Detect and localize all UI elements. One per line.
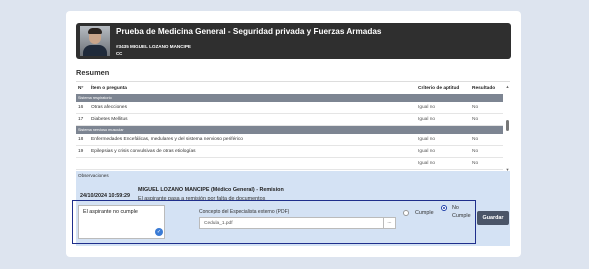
group-row: Sistema nervioso muscular xyxy=(76,126,503,134)
page-title: Prueba de Medicina General - Seguridad p… xyxy=(116,27,382,36)
row-num: 16 xyxy=(78,105,84,110)
row-criteria: Igual no xyxy=(418,149,436,154)
browse-button[interactable]: ... xyxy=(383,218,395,228)
radio-no-cumple[interactable] xyxy=(441,205,447,211)
concept-label: Concepto del Especialista externo (PDF) xyxy=(199,209,290,215)
table-row: 16 Otras afecciones Igual no No xyxy=(76,102,503,114)
avatar xyxy=(80,26,110,56)
check-icon: ✓ xyxy=(155,228,163,236)
row-criteria: Igual no xyxy=(418,161,436,166)
candidate-id: #3435 MIGUEL LOZANO MANCIPE xyxy=(116,44,191,49)
row-result: No xyxy=(472,161,479,166)
observation-author: MIGUEL LOZANO MANCIPE (Médico General) -… xyxy=(138,187,284,193)
row-result: No xyxy=(472,137,479,142)
row-num: 19 xyxy=(78,149,84,154)
radio-cumple-label: Cumple xyxy=(415,210,434,216)
profile-header: Prueba de Medicina General - Seguridad p… xyxy=(76,23,511,59)
section-title: Resumen xyxy=(76,68,110,77)
radio-no-cumple-label-2: Cumple xyxy=(452,213,471,219)
row-num: 17 xyxy=(78,117,84,122)
col-criteria: Criterio de aptitud xyxy=(418,86,460,91)
row-item: Diabetes Mellitus xyxy=(91,117,128,122)
save-button[interactable]: Guardar xyxy=(477,211,509,225)
pdf-file-input[interactable]: Cedula_1.pdf ... xyxy=(199,217,396,229)
scroll-up-icon[interactable]: ▲ xyxy=(505,84,510,89)
group-row: Sistema respiratorio xyxy=(76,94,503,102)
row-criteria: Igual no xyxy=(418,117,436,122)
observation-date: 24/10/2024 10:59:29 xyxy=(80,193,131,199)
radio-no-cumple-label: No xyxy=(452,205,459,211)
summary-table: N° Ítem o pregunta Criterio de aptitud R… xyxy=(76,81,510,173)
table-scrollbar[interactable]: ▲ ▼ xyxy=(505,84,510,172)
row-item: Otras afecciones xyxy=(91,105,127,110)
row-result: No xyxy=(472,117,479,122)
scroll-thumb[interactable] xyxy=(506,120,509,131)
row-num: 18 xyxy=(78,137,84,142)
row-item: Epilepsias y crisis convulsivas de otras… xyxy=(91,149,196,154)
row-criteria: Igual no xyxy=(418,105,436,110)
col-result: Resultado xyxy=(472,86,496,91)
radio-cumple[interactable] xyxy=(403,210,409,216)
row-result: No xyxy=(472,149,479,154)
table-row: 17 Diabetes Mellitus Igual no No xyxy=(76,114,503,126)
table-row: Igual no No xyxy=(76,158,503,170)
observation-textarea[interactable]: El aspirante no cumple xyxy=(78,205,165,239)
row-result: No xyxy=(472,105,479,110)
col-item: Ítem o pregunta xyxy=(91,86,127,91)
table-header: N° Ítem o pregunta Criterio de aptitud R… xyxy=(76,82,503,94)
row-criteria: Igual no xyxy=(418,137,436,142)
row-item: Enfermedades Encefálicas, medulares y de… xyxy=(91,137,243,142)
file-name: Cedula_1.pdf xyxy=(204,221,233,226)
col-num: N° xyxy=(78,86,84,91)
table-row: 19 Epilepsias y crisis convulsivas de ot… xyxy=(76,146,503,158)
document-type: CC xyxy=(116,51,123,56)
observations-label: Observaciones xyxy=(78,173,109,178)
table-row: 18 Enfermedades Encefálicas, medulares y… xyxy=(76,134,503,146)
